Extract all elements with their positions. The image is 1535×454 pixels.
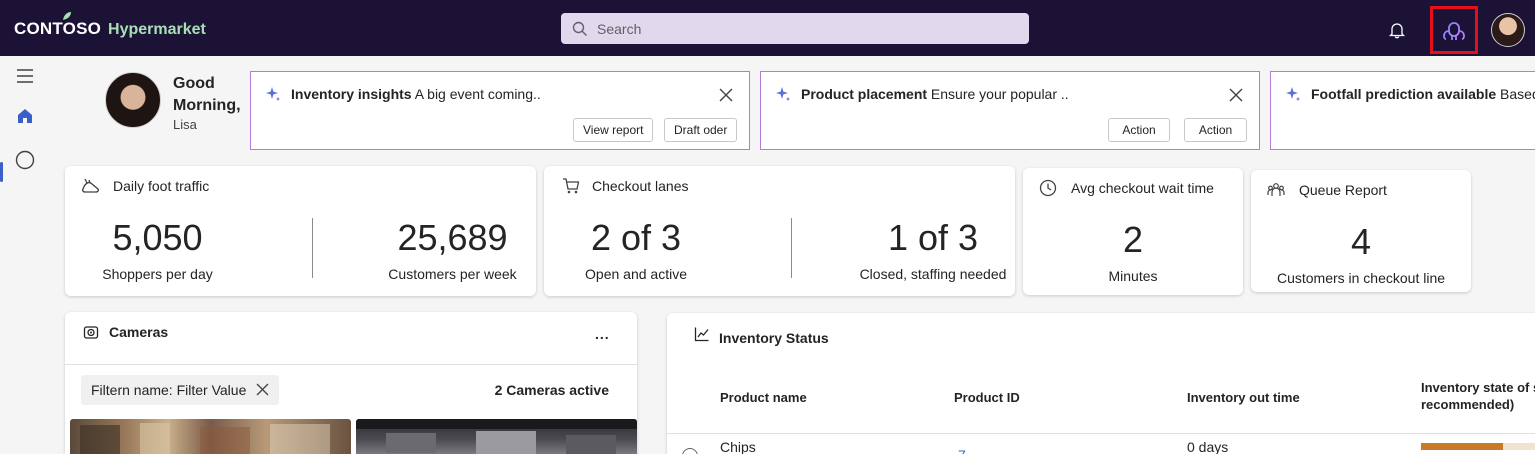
queue-report-card: Queue Report 4 Customers in checkout lin… bbox=[1251, 170, 1471, 292]
action-button[interactable]: Action bbox=[1108, 118, 1170, 142]
brand-logo[interactable]: CONTOSO Hypermarket bbox=[14, 19, 206, 39]
divider bbox=[65, 364, 637, 365]
wait-metric: 2 Minutes bbox=[1033, 219, 1233, 285]
metric-label: Customers per week bbox=[388, 266, 517, 282]
column-header[interactable]: Inventory out time bbox=[1187, 389, 1300, 406]
left-nav-rail bbox=[0, 56, 48, 454]
inventory-status-panel: Inventory Status Product name Product ID… bbox=[667, 313, 1535, 454]
panel-title: Inventory Status bbox=[719, 330, 829, 346]
trend-chart-icon bbox=[694, 327, 709, 342]
insight-text: A big event coming.. bbox=[414, 86, 541, 102]
metric-label: Shoppers per day bbox=[102, 266, 213, 282]
open-lanes-metric: 2 of 3 Open and active bbox=[561, 217, 711, 283]
filter-label: Filtern name: Filter Value bbox=[91, 382, 247, 398]
action-button-2[interactable]: Action bbox=[1184, 118, 1247, 142]
footprint-icon bbox=[81, 178, 100, 193]
foot-traffic-card: Daily foot traffic 5,050 Shoppers per da… bbox=[65, 166, 536, 296]
greeting-title: Good Morning, bbox=[173, 75, 241, 114]
menu-button[interactable] bbox=[13, 64, 37, 88]
customers-metric: 25,689 Customers per week bbox=[380, 217, 525, 283]
insight-text: Based o bbox=[1500, 86, 1535, 102]
camera-feed-image bbox=[356, 419, 637, 454]
brand-name: CONTOSO bbox=[14, 19, 102, 38]
camera-feed-image bbox=[80, 423, 330, 454]
greeting-avatar bbox=[105, 72, 161, 128]
divider bbox=[312, 218, 313, 278]
divider bbox=[667, 433, 1535, 434]
closed-lanes-metric: 1 of 3 Closed, staffing needed bbox=[844, 217, 1022, 283]
column-header[interactable]: Product ID bbox=[954, 389, 1020, 406]
camera-feed-1[interactable] bbox=[70, 419, 351, 454]
close-icon[interactable] bbox=[718, 87, 734, 103]
search-icon bbox=[572, 21, 587, 36]
more-options-button[interactable]: ... bbox=[595, 326, 610, 342]
dismiss-icon[interactable] bbox=[256, 383, 269, 396]
column-header[interactable]: Inventory state of s recommended) bbox=[1421, 379, 1535, 413]
people-icon bbox=[1267, 183, 1285, 196]
column-header[interactable]: Product name bbox=[720, 389, 807, 406]
shoppers-metric: 5,050 Shoppers per day bbox=[85, 217, 230, 283]
insight-title: Inventory insights bbox=[291, 86, 412, 102]
search-input[interactable] bbox=[597, 13, 1017, 44]
active-indicator bbox=[0, 162, 3, 182]
metric-value: 2 bbox=[1122, 219, 1144, 260]
row-select-radio[interactable] bbox=[682, 448, 698, 454]
greeting-name: Lisa bbox=[173, 117, 197, 132]
cameras-panel: Cameras ... Filtern name: Filter Value 2… bbox=[65, 312, 637, 454]
hamburger-icon bbox=[17, 69, 33, 83]
sparkle-icon bbox=[776, 87, 790, 101]
metric-value: 4 bbox=[1350, 221, 1372, 262]
notification-bell-icon[interactable] bbox=[1388, 21, 1406, 39]
camera-feed-2[interactable] bbox=[356, 419, 637, 454]
card-title: Checkout lanes bbox=[592, 178, 689, 194]
brand-product: Hypermarket bbox=[108, 21, 206, 38]
camera-icon bbox=[83, 326, 99, 339]
close-icon[interactable] bbox=[1228, 87, 1244, 103]
metric-label: Minutes bbox=[1108, 268, 1158, 284]
copilot-button[interactable] bbox=[1430, 6, 1478, 54]
draft-order-button[interactable]: Draft oder bbox=[664, 118, 738, 142]
top-bar: CONTOSO Hypermarket bbox=[0, 0, 1535, 56]
metric-label: Closed, staffing needed bbox=[859, 266, 1007, 282]
divider bbox=[791, 218, 792, 278]
card-title: Daily foot traffic bbox=[113, 178, 210, 194]
metric-value: 5,050 bbox=[112, 217, 203, 258]
nav-item-circle[interactable] bbox=[13, 148, 37, 172]
inventory-state-bar bbox=[1421, 443, 1535, 450]
sparkle-icon bbox=[266, 87, 280, 101]
product-name-cell: Chips bbox=[720, 439, 756, 454]
search-box[interactable] bbox=[561, 13, 1029, 44]
insight-card-footfall[interactable]: Footfall prediction available Based o bbox=[1270, 71, 1535, 150]
metric-label: Customers in checkout line bbox=[1276, 270, 1446, 286]
card-title: Queue Report bbox=[1299, 182, 1387, 198]
cart-icon bbox=[563, 178, 580, 194]
sparkle-icon bbox=[1286, 87, 1300, 101]
queue-metric: 4 Customers in checkout line bbox=[1256, 221, 1466, 287]
copilot-icon bbox=[1443, 22, 1465, 40]
cameras-active-count: 2 Cameras active bbox=[494, 382, 609, 398]
user-avatar[interactable] bbox=[1491, 13, 1525, 47]
metric-value: 2 of 3 bbox=[590, 217, 682, 258]
insight-title: Product placement bbox=[801, 86, 928, 102]
wait-time-card: Avg checkout wait time 2 Minutes bbox=[1023, 168, 1243, 295]
metric-value: 1 of 3 bbox=[887, 217, 979, 258]
insight-card-inventory[interactable]: Inventory insights A big event coming.. … bbox=[250, 71, 750, 150]
metric-value: 25,689 bbox=[397, 217, 508, 258]
insight-text: Ensure your popular .. bbox=[930, 86, 1069, 102]
filter-chip[interactable]: Filtern name: Filter Value bbox=[81, 375, 280, 405]
product-id-link[interactable]: 7 bbox=[958, 447, 966, 454]
card-title: Avg checkout wait time bbox=[1071, 180, 1214, 196]
nav-home[interactable] bbox=[13, 104, 37, 128]
insight-title: Footfall prediction available bbox=[1311, 86, 1497, 102]
inventory-out-time-cell: 0 days bbox=[1187, 439, 1229, 454]
view-report-button[interactable]: View report bbox=[573, 118, 654, 142]
clock-icon bbox=[1039, 179, 1057, 197]
circle-icon bbox=[15, 150, 35, 170]
inventory-state-fill bbox=[1421, 443, 1503, 450]
home-icon bbox=[18, 109, 32, 123]
metric-label: Open and active bbox=[585, 266, 687, 282]
insight-card-placement[interactable]: Product placement Ensure your popular ..… bbox=[760, 71, 1260, 150]
panel-title: Cameras bbox=[109, 324, 169, 340]
checkout-lanes-card: Checkout lanes 2 of 3 Open and active 1 … bbox=[544, 166, 1015, 296]
